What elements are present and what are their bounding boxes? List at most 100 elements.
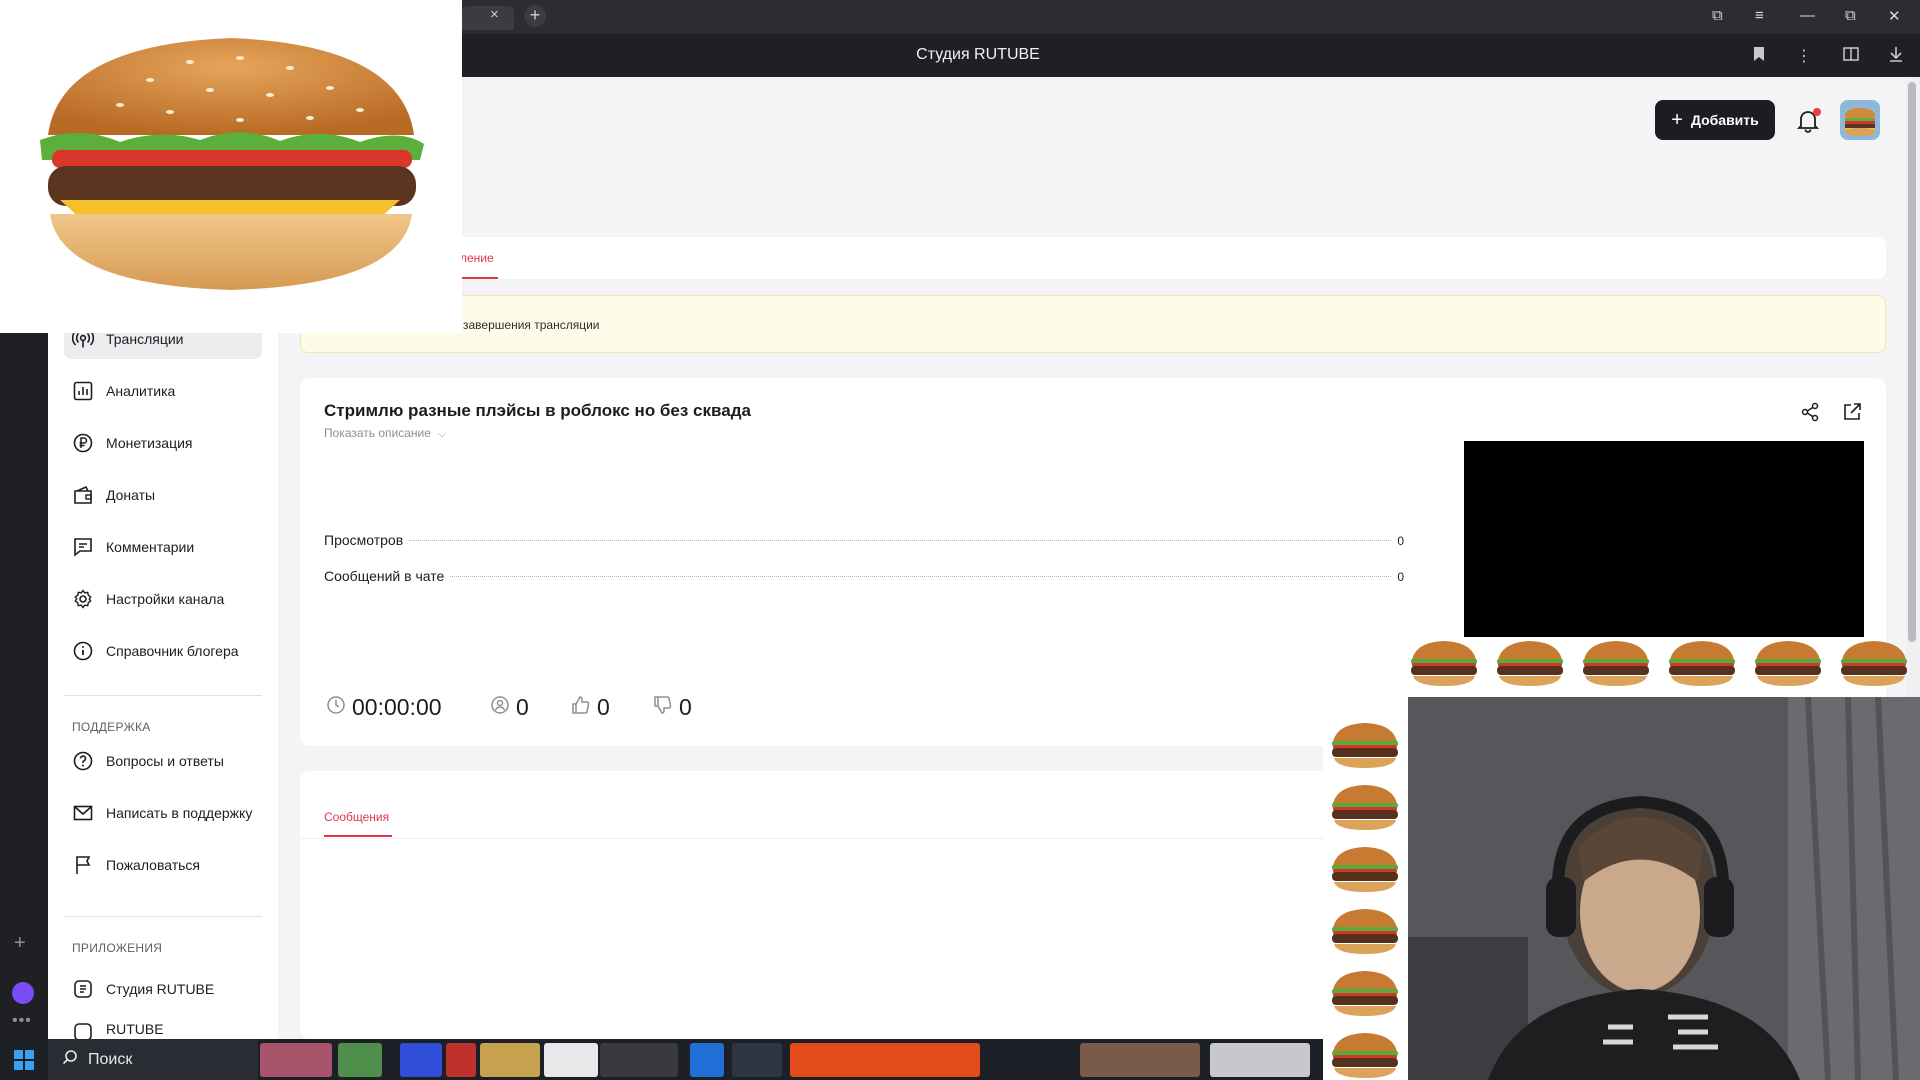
taskbar-app-12[interactable] — [1210, 1043, 1310, 1077]
sidebar-item-label: Трансляции — [106, 331, 184, 347]
burger-sprite — [1408, 638, 1480, 688]
add-button[interactable]: + Добавить — [1655, 100, 1775, 140]
likes-metric: 0 — [571, 694, 610, 721]
taskbar-app-2[interactable] — [338, 1043, 382, 1077]
sidebar-item-label: Донаты — [106, 487, 156, 503]
info-icon — [72, 640, 94, 662]
tab-messages[interactable]: Сообщения — [324, 810, 389, 824]
stream-preview-player[interactable] — [1464, 441, 1864, 637]
scrollbar-thumb[interactable] — [1908, 82, 1916, 642]
stat-row-views: Просмотров 0 — [324, 532, 1404, 548]
reader-icon[interactable] — [1842, 46, 1860, 67]
sidebar-item-monetization[interactable]: Монетизация — [64, 423, 262, 463]
stream-title: Стримлю разные плэйсы в роблокс но без с… — [324, 401, 751, 420]
stat-label: Просмотров — [324, 532, 404, 548]
taskbar-app-6[interactable] — [544, 1043, 598, 1077]
sidebar-item-label: Вопросы и ответы — [106, 753, 224, 769]
ruble-icon — [72, 432, 94, 454]
burger-sprite — [1329, 844, 1401, 894]
sidebar-item-faq[interactable]: Вопросы и ответы — [64, 741, 262, 781]
open-external-icon[interactable] — [1842, 402, 1862, 422]
burger-sprite — [1329, 720, 1401, 770]
taskbar-app-5[interactable] — [480, 1043, 540, 1077]
taskbar-app-1[interactable] — [260, 1043, 332, 1077]
viewers-metric: 0 — [490, 694, 529, 721]
burger-sprite — [1838, 638, 1910, 688]
sidebar-item-label: Справочник блогера — [106, 643, 239, 659]
gear-icon — [72, 588, 94, 610]
tabs-bar — [300, 237, 1886, 279]
burger-sprite — [1580, 638, 1652, 688]
taskbar-app-3[interactable] — [400, 1043, 442, 1077]
likes-value: 0 — [597, 694, 610, 720]
show-description-link[interactable]: Показать описание ⌵ — [324, 426, 446, 440]
assistant-icon[interactable] — [12, 982, 34, 1004]
windows-start-icon[interactable] — [14, 1050, 34, 1070]
search-placeholder: Поиск — [88, 1050, 133, 1068]
sidebar-item-label: Пожаловаться — [106, 857, 201, 873]
sidebar-item-label: Студия RUTUBE — [106, 981, 215, 997]
search-icon — [62, 1049, 78, 1070]
download-icon[interactable] — [1888, 46, 1904, 67]
add-button-label: Добавить — [1690, 112, 1759, 128]
notification-dot — [1813, 108, 1821, 116]
taskbar-app-9[interactable] — [732, 1043, 782, 1077]
wallet-icon — [72, 484, 94, 506]
sidebar-item-donations[interactable]: Донаты — [64, 475, 262, 515]
sidebar-item-comments[interactable]: Комментарии — [64, 527, 262, 567]
sidebar-item-studio-rutube[interactable]: Студия RUTUBE — [64, 969, 262, 1009]
burger-image-overlay — [0, 0, 462, 333]
sidebar-item-label: Комментарии — [106, 539, 195, 555]
tab-close-icon[interactable]: × — [490, 6, 499, 23]
clock-icon — [326, 694, 346, 721]
burger-sprite — [1329, 906, 1401, 956]
divider — [64, 695, 262, 696]
sidebar-item-analytics[interactable]: Аналитика — [64, 371, 262, 411]
sidebar-item-channel-settings[interactable]: Настройки канала — [64, 579, 262, 619]
webcam-overlay — [1408, 697, 1920, 1080]
burger-sprite — [1752, 638, 1824, 688]
restore-icon[interactable]: ⧉ — [1845, 7, 1856, 24]
taskbar-app-10[interactable] — [790, 1043, 980, 1077]
viewers-value: 0 — [516, 694, 529, 720]
add-panel-icon[interactable]: + — [14, 932, 26, 955]
plus-icon: + — [1671, 108, 1683, 131]
dislikes-metric: 0 — [653, 694, 692, 721]
duration-value: 00:00:00 — [352, 694, 442, 720]
collections-icon[interactable]: ⧉ — [1712, 7, 1723, 24]
share-icon[interactable] — [1800, 402, 1820, 422]
sidebar-item-blogger-guide[interactable]: Справочник блогера — [64, 631, 262, 671]
taskbar-app-11[interactable] — [1080, 1043, 1200, 1077]
tab-active[interactable]: ление — [460, 251, 494, 265]
more-dots-icon[interactable]: ••• — [12, 1012, 32, 1030]
taskbar-search[interactable]: Поиск — [48, 1039, 258, 1080]
viewer-icon — [490, 694, 510, 721]
question-icon — [72, 750, 94, 772]
close-window-icon[interactable]: ✕ — [1888, 7, 1901, 25]
minimize-icon[interactable]: — — [1800, 7, 1815, 24]
duration-metric: 00:00:00 — [326, 694, 442, 721]
taskbar-app-4[interactable] — [446, 1043, 476, 1077]
menu-icon[interactable]: ≡ — [1755, 7, 1764, 24]
tab-active-underline — [460, 277, 498, 279]
apps-section-header: ПРИЛОЖЕНИЯ — [72, 941, 163, 955]
taskbar-app-8[interactable] — [690, 1043, 724, 1077]
sidebar-item-label: Аналитика — [106, 383, 176, 399]
new-tab-button[interactable]: + — [524, 5, 546, 27]
taskbar-app-7[interactable] — [600, 1043, 678, 1077]
sidebar-item-report[interactable]: Пожаловаться — [64, 845, 262, 885]
bookmark-icon[interactable] — [1752, 46, 1766, 67]
rutube-icon — [72, 1021, 94, 1039]
tab-messages-underline — [324, 835, 392, 837]
sidebar-item-label: Настройки канала — [106, 591, 225, 607]
sidebar-item-rutube[interactable]: RUTUBE — [64, 1021, 262, 1039]
burger-sprite — [1329, 968, 1401, 1018]
stat-value: 0 — [1397, 570, 1404, 584]
sidebar-item-contact-support[interactable]: Написать в поддержку — [64, 793, 262, 833]
comment-icon — [72, 536, 94, 558]
browser-tab[interactable] — [462, 6, 514, 30]
analytics-icon — [72, 380, 94, 402]
more-icon[interactable]: ⋮ — [1796, 46, 1812, 66]
avatar[interactable] — [1840, 100, 1880, 140]
burger-sprite — [1666, 638, 1738, 688]
